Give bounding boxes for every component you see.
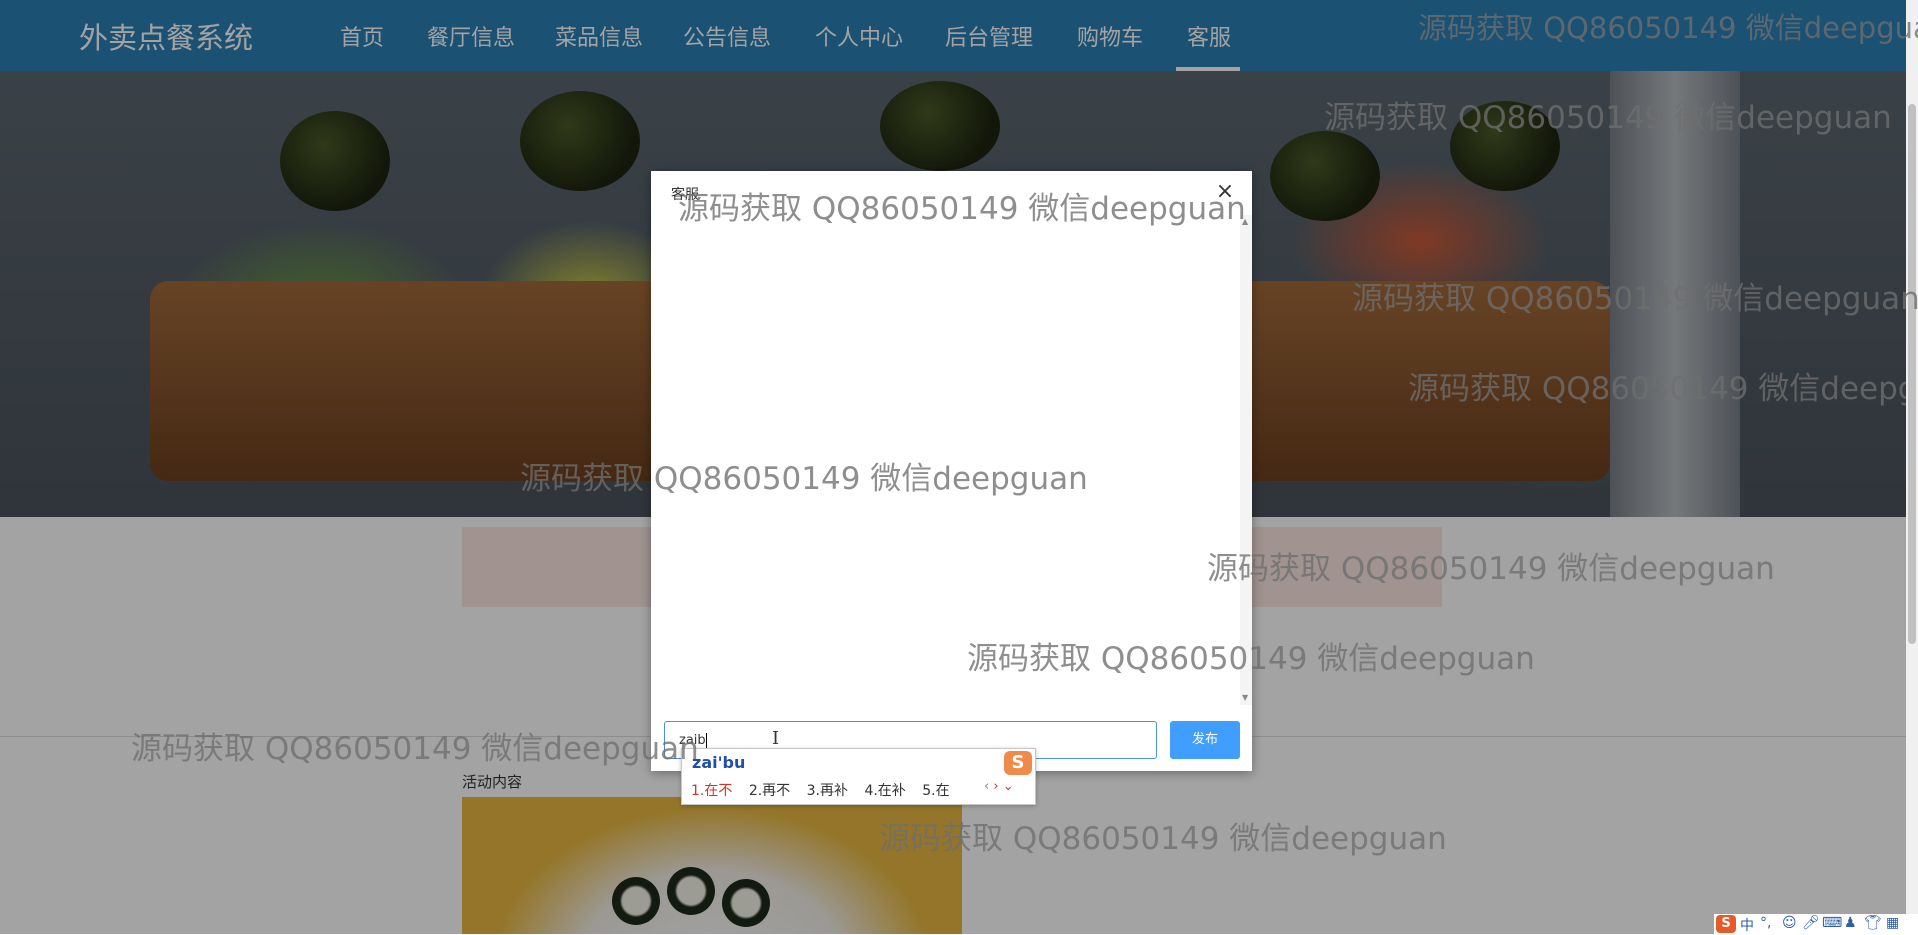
toolbox-icon[interactable]: ♟ (1844, 915, 1857, 931)
watermark: 源码获取 QQ86050149 微信deepguan (1408, 371, 1906, 407)
sogou-tray-icon[interactable]: S (1716, 915, 1736, 933)
ime-candidate-list: 1.在不 2.再不 3.再补 4.在补 5.在 (691, 780, 962, 800)
watermark: 源码获取 QQ86050149 微信deepguan (131, 731, 699, 767)
sogou-ime-logo-icon: S (1004, 751, 1032, 775)
ime-candidate[interactable]: 5.在 (922, 783, 949, 799)
page-scrollbar-thumb[interactable] (1908, 104, 1916, 644)
watermark: 源码获取 QQ86050149 微信deepguan (1324, 100, 1892, 136)
ime-language-toggle[interactable]: 中 (1740, 915, 1754, 935)
watermark: 源码获取 QQ86050149 微信deepguan (879, 821, 1447, 857)
mouse-text-cursor-icon: I (772, 728, 780, 749)
ime-expand-icon[interactable]: ⌄ (1003, 779, 1014, 794)
watermark: 源码获取 QQ86050149 微信deepguan (1352, 281, 1918, 317)
watermark: 源码获取 QQ86050149 微信deepguan (520, 461, 1088, 497)
ime-next-icon[interactable]: › (993, 779, 998, 794)
ime-pinyin: zai'bu (692, 753, 746, 772)
ime-candidate-popup: zai'bu S 1.在不 2.再不 3.再补 4.在补 5.在 ‹ › ⌄ (681, 748, 1036, 805)
ime-candidate[interactable]: 1.在不 (691, 783, 732, 799)
keyboard-icon[interactable]: ⌨ (1822, 915, 1842, 931)
ime-candidate[interactable]: 3.再补 (807, 783, 848, 799)
watermark: 源码获取 QQ86050149 微信deepguan (678, 191, 1246, 227)
skin-icon[interactable]: 👕︎ (1864, 915, 1882, 931)
emoji-icon[interactable]: ☺ (1782, 915, 1797, 931)
ime-candidate[interactable]: 4.在补 (864, 783, 905, 799)
system-tray: S 中 °, ☺ 🎤︎ ⌨ ♟ 👕︎ ▦ (1714, 914, 1918, 934)
punctuation-icon[interactable]: °, (1760, 915, 1771, 931)
watermark: 源码获取 QQ86050149 微信deepguan (1418, 11, 1918, 45)
ime-candidate[interactable]: 2.再不 (749, 783, 790, 799)
chat-scrollbar[interactable]: ▲ ▼ (1240, 215, 1252, 705)
watermark: 源码获取 QQ86050149 微信deepguan (1207, 551, 1775, 587)
watermark: 源码获取 QQ86050149 微信deepguan (967, 641, 1535, 677)
menu-grid-icon[interactable]: ▦ (1886, 915, 1899, 931)
microphone-icon[interactable]: 🎤︎ (1802, 915, 1820, 931)
ime-page-nav: ‹ › ⌄ (984, 779, 1014, 794)
send-button[interactable]: 发布 (1170, 721, 1240, 759)
scroll-down-arrow-icon[interactable]: ▼ (1242, 693, 1248, 702)
ime-prev-icon[interactable]: ‹ (984, 779, 989, 794)
text-caret (705, 732, 707, 749)
